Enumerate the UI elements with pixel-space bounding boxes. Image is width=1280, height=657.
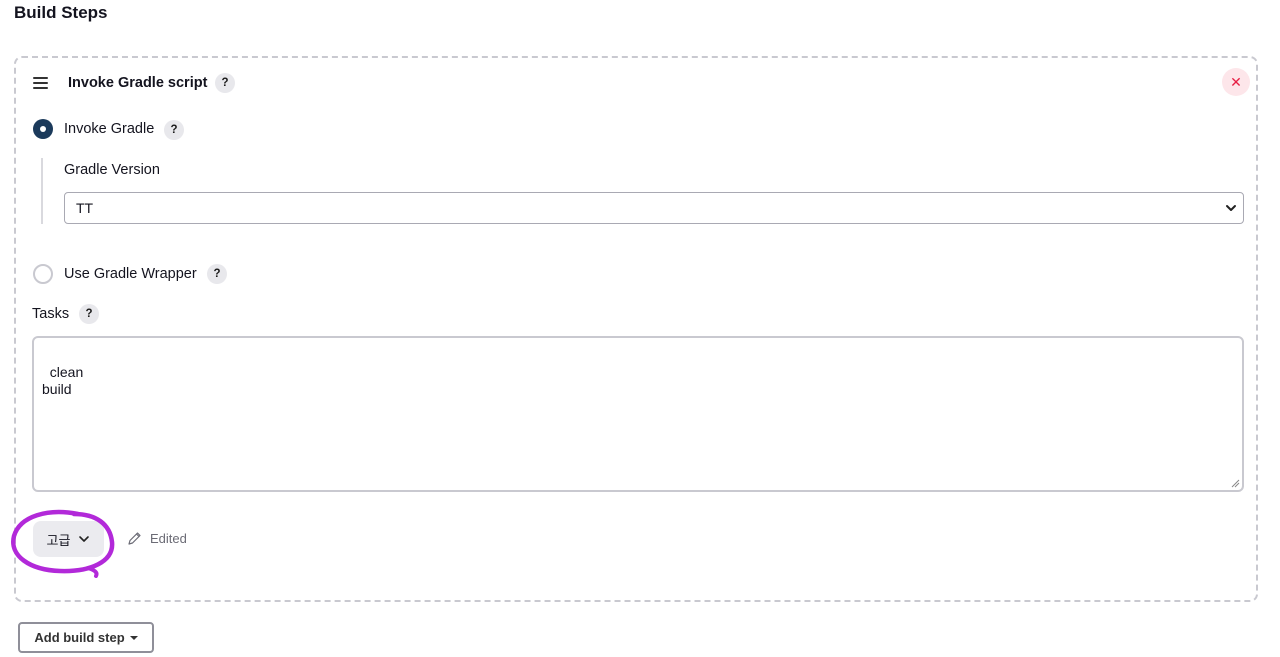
- advanced-button[interactable]: 고급: [33, 521, 104, 557]
- caret-down-icon: [129, 635, 138, 640]
- gradle-version-value: TT: [76, 200, 94, 216]
- step-help-icon[interactable]: ?: [215, 73, 235, 93]
- invoke-gradle-label[interactable]: Invoke Gradle: [64, 121, 154, 137]
- gradle-version-label: Gradle Version: [64, 162, 160, 178]
- tasks-label: Tasks: [32, 306, 70, 322]
- chevron-down-icon: [79, 536, 90, 542]
- drag-handle-icon[interactable]: [33, 77, 48, 89]
- add-build-step-button[interactable]: Add build step: [18, 622, 154, 653]
- tasks-textarea[interactable]: clean build: [32, 336, 1244, 492]
- tasks-value: clean build: [42, 364, 84, 397]
- step-title: Invoke Gradle script: [68, 75, 208, 91]
- gradle-version-select[interactable]: TT: [64, 192, 1244, 224]
- delete-step-button[interactable]: ✕: [1222, 68, 1250, 96]
- chevron-down-icon: [1226, 205, 1236, 211]
- edited-indicator: Edited: [127, 531, 187, 546]
- pencil-icon: [128, 532, 141, 545]
- use-gradle-wrapper-radio[interactable]: [33, 264, 53, 284]
- nested-options-bar: [41, 158, 43, 224]
- invoke-gradle-radio[interactable]: [33, 119, 53, 139]
- add-build-step-label: Add build step: [34, 630, 125, 645]
- page-title: Build Steps: [14, 3, 108, 22]
- edited-label: Edited: [150, 531, 187, 546]
- use-gradle-wrapper-label[interactable]: Use Gradle Wrapper: [64, 266, 197, 282]
- tasks-help-icon[interactable]: ?: [79, 304, 99, 324]
- use-gradle-wrapper-help-icon[interactable]: ?: [207, 264, 227, 284]
- invoke-gradle-help-icon[interactable]: ?: [164, 120, 184, 140]
- advanced-button-label: 고급: [46, 532, 71, 548]
- build-step-card: [14, 56, 1258, 602]
- resize-grip-icon[interactable]: [1231, 479, 1240, 488]
